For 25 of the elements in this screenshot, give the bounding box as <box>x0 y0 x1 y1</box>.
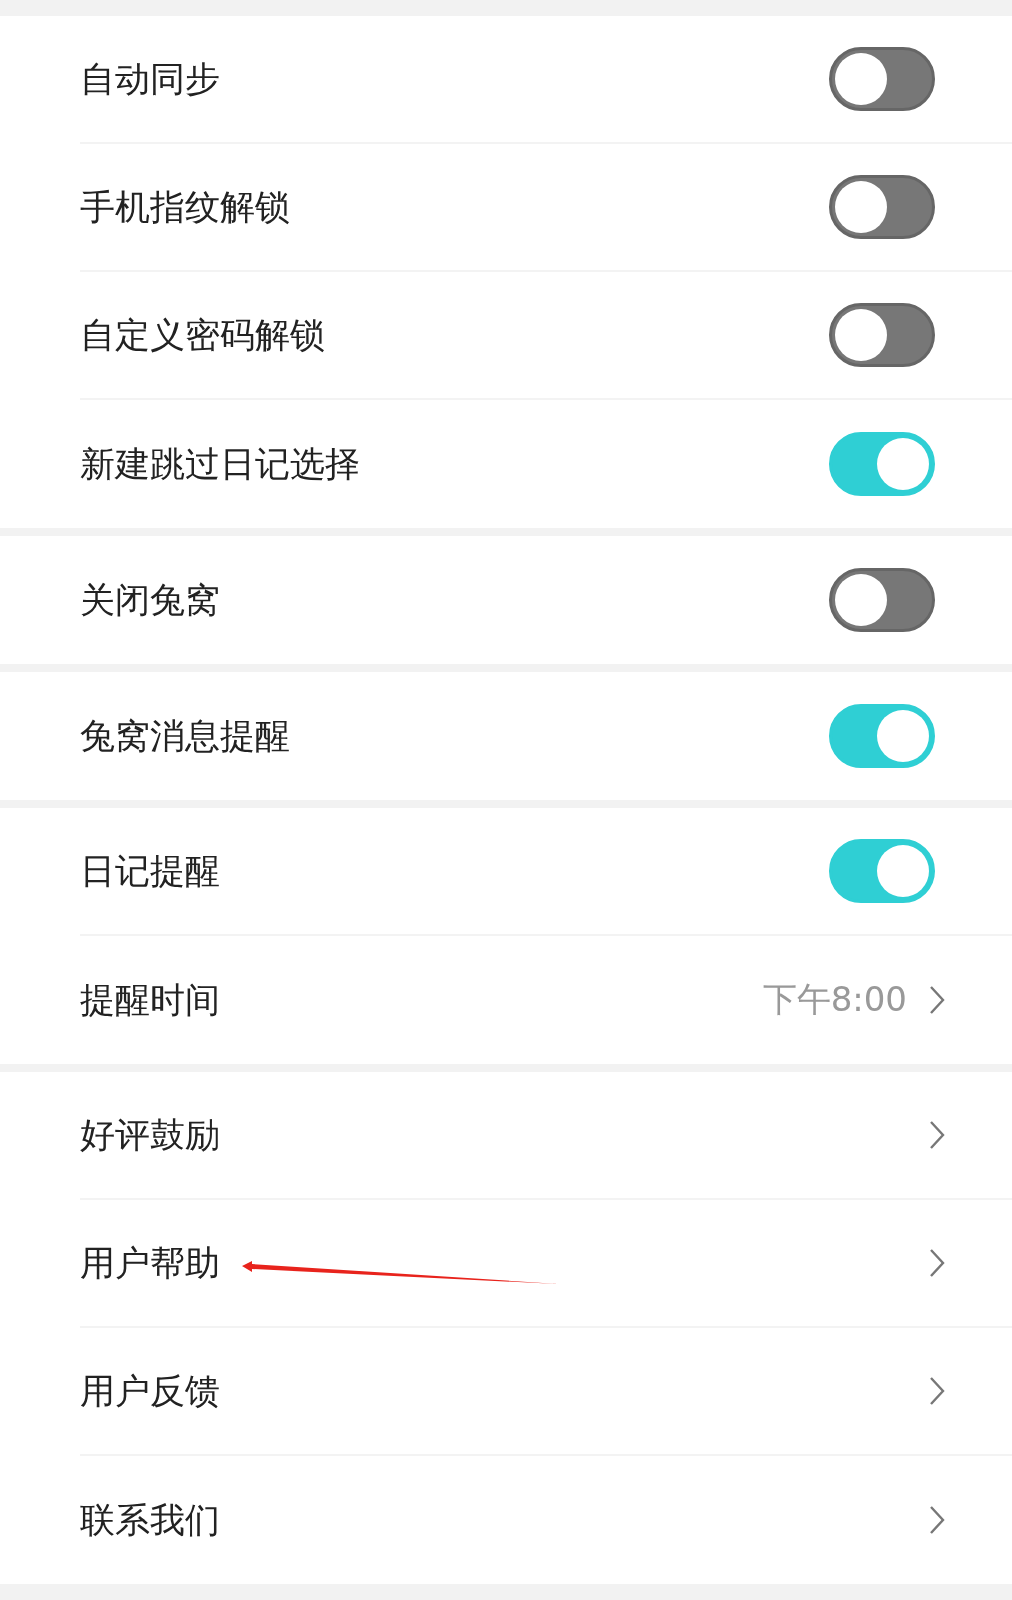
setting-value: 下午8:00 <box>762 978 907 1021</box>
setting-label: 兔窝消息提醒 <box>80 714 290 758</box>
chevron-right-icon[interactable] <box>929 1505 945 1535</box>
chevron-right-icon[interactable] <box>929 1248 945 1278</box>
setting-label: 手机指纹解锁 <box>80 185 290 229</box>
setting-label: 自定义密码解锁 <box>80 313 325 357</box>
toggle-switch[interactable] <box>829 704 935 768</box>
setting-label: 新建跳过日记选择 <box>80 442 360 486</box>
setting-label: 自动同步 <box>80 57 220 101</box>
chevron-right-icon[interactable] <box>929 985 945 1015</box>
setting-label: 用户帮助 <box>80 1241 220 1285</box>
toggle-switch[interactable] <box>829 568 935 632</box>
setting-label: 提醒时间 <box>80 978 220 1022</box>
toggle-switch[interactable] <box>829 47 935 111</box>
setting-label: 关闭兔窝 <box>80 578 220 622</box>
setting-label: 好评鼓励 <box>80 1113 220 1157</box>
toggle-switch[interactable] <box>829 839 935 903</box>
setting-label: 联系我们 <box>80 1498 220 1542</box>
toggle-switch[interactable] <box>829 303 935 367</box>
chevron-right-icon[interactable] <box>929 1120 945 1150</box>
setting-label: 日记提醒 <box>80 849 220 893</box>
toggle-switch[interactable] <box>829 432 935 496</box>
chevron-right-icon[interactable] <box>929 1376 945 1406</box>
setting-label: 用户反馈 <box>80 1369 220 1413</box>
toggle-switch[interactable] <box>829 175 935 239</box>
